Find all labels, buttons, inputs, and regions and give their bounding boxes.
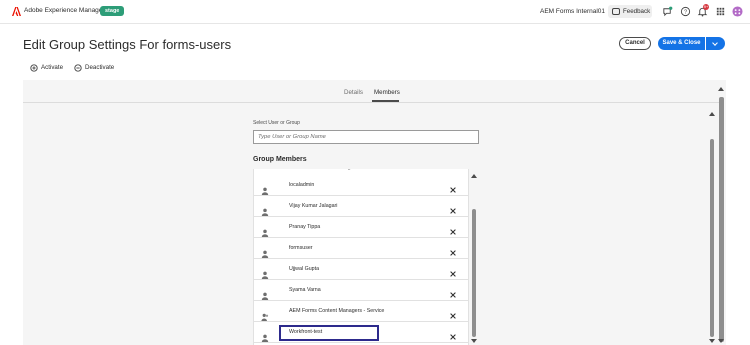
svg-text:?: ?: [684, 10, 687, 16]
remove-member-icon[interactable]: [449, 244, 457, 256]
panel-scrollbar[interactable]: [710, 139, 714, 337]
member-row: formsuser: [254, 238, 468, 259]
save-options-dropdown[interactable]: [706, 37, 725, 50]
feedback-button[interactable]: Feedback: [608, 5, 652, 18]
member-name: Vijay Kumar Jalagari: [289, 203, 338, 209]
remove-member-icon[interactable]: [449, 286, 457, 298]
user-icon: [261, 203, 269, 216]
page-scroll-down-icon[interactable]: [718, 339, 724, 343]
top-bar: Adobe Experience Manager stage AEM Forms…: [0, 0, 750, 24]
member-name: formsuser: [289, 245, 313, 251]
member-name: Pranay Tippa: [289, 224, 321, 230]
remove-member-icon[interactable]: [449, 223, 457, 235]
member-name: Syama Varna: [289, 287, 321, 293]
app-name[interactable]: Adobe Experience Manager: [24, 7, 105, 14]
cancel-button[interactable]: Cancel: [619, 37, 651, 50]
activate-button[interactable]: Activate: [30, 64, 64, 72]
tab-selected-indicator: [372, 100, 399, 102]
remove-member-icon[interactable]: [449, 307, 457, 319]
tab-details[interactable]: Details: [344, 89, 363, 96]
user-icon: [261, 329, 269, 342]
environment-badge: stage: [100, 6, 125, 16]
user-icon: [261, 224, 269, 237]
member-row: AEM Forms Content Managers - Service: [254, 301, 468, 322]
remove-member-icon[interactable]: [449, 181, 457, 193]
list-scroll-up-icon[interactable]: [471, 174, 477, 178]
help-icon[interactable]: ?: [680, 6, 691, 17]
remove-member-icon[interactable]: [449, 202, 457, 214]
user-group-search-input[interactable]: [253, 130, 479, 144]
page-scrollbar[interactable]: [719, 97, 724, 342]
save-and-close-button[interactable]: Save & Close: [658, 37, 705, 50]
group-members-title: Group Members: [253, 156, 307, 163]
member-picker-label: Select User or Group: [253, 120, 300, 126]
notification-count-badge: 9+: [703, 4, 709, 10]
member-row: Syama Varna: [254, 280, 468, 301]
activate-icon: [30, 64, 38, 72]
user-icon: [261, 245, 269, 258]
cut-off-member-name: c-useuser-tungeuseuseuser: [314, 169, 382, 171]
adobe-logo-icon[interactable]: [12, 7, 21, 16]
member-row: Ujjwal Gupta: [254, 259, 468, 280]
chat-icon[interactable]: [662, 6, 673, 17]
apps-grid-icon[interactable]: [715, 6, 726, 17]
deactivate-icon: [74, 64, 82, 72]
deactivate-button[interactable]: Deactivate: [74, 64, 115, 72]
activate-label: Activate: [41, 64, 64, 71]
page-scroll-up-icon[interactable]: [718, 87, 724, 91]
instance-name: AEM Forms Internal01: [540, 8, 606, 15]
feedback-label: Feedback: [623, 8, 651, 15]
user-icon: [261, 287, 269, 300]
user-icon: [261, 266, 269, 279]
remove-member-icon[interactable]: [449, 328, 457, 340]
page-title: Edit Group Settings For forms-users: [23, 37, 232, 52]
member-name: AEM Forms Content Managers - Service: [289, 308, 385, 314]
members-list-scrollbar[interactable]: [472, 209, 476, 337]
user-avatar-icon[interactable]: [732, 6, 743, 17]
member-name: Ujjwal Gupta: [289, 266, 320, 272]
member-name: localadmin: [289, 182, 315, 188]
remove-member-icon[interactable]: [449, 265, 457, 277]
group-members-list: c-useuser-tungeuseuseuser localadmin Vija…: [253, 169, 469, 345]
tab-members[interactable]: Members: [374, 89, 400, 96]
member-row: Vijay Kumar Jalagari: [254, 196, 468, 217]
panel-scroll-down-icon[interactable]: [709, 339, 715, 343]
member-row: Pranay Tippa: [254, 217, 468, 238]
feedback-icon: [612, 8, 620, 15]
group-icon: [261, 308, 269, 321]
list-scroll-down-icon[interactable]: [471, 339, 477, 343]
user-icon: [261, 182, 269, 195]
deactivate-label: Deactivate: [85, 64, 115, 71]
tab-divider: [23, 102, 719, 103]
panel-scroll-up-icon[interactable]: [709, 112, 715, 116]
member-row: localadmin: [254, 175, 468, 196]
highlight-annotation: [279, 325, 379, 341]
